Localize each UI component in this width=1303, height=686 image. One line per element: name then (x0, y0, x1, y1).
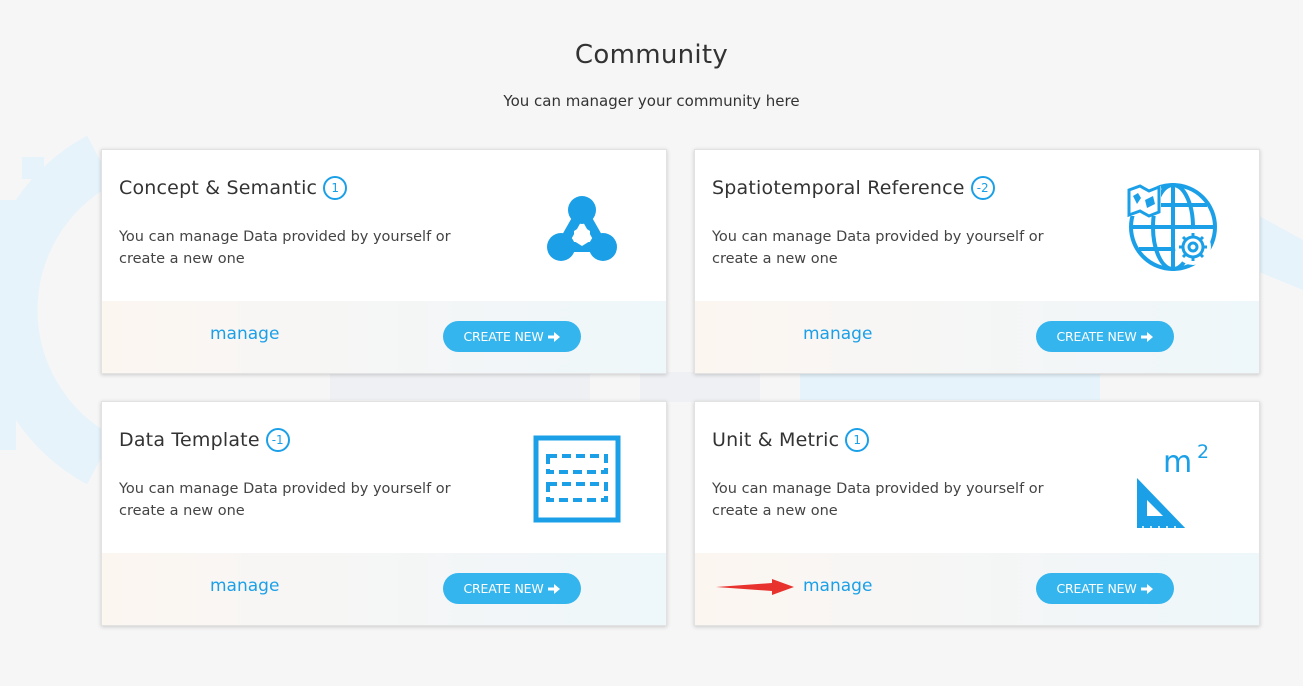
card-description: You can manage Data provided by yourself… (119, 481, 451, 519)
create-new-label: CREATE NEW (463, 581, 544, 596)
template-grid-icon (533, 435, 621, 523)
create-new-label: CREATE NEW (463, 329, 544, 344)
manage-link[interactable]: manage (803, 324, 872, 344)
create-new-label: CREATE NEW (1056, 581, 1137, 596)
card-footer: manage CREATE NEW (102, 553, 666, 625)
card-title: Spatiotemporal Reference (712, 177, 965, 199)
card-footer: manage CREATE NEW (102, 301, 666, 373)
page-subtitle: You can manager your community here (503, 92, 800, 110)
count-badge: -1 (265, 428, 290, 452)
page-title: Community (574, 40, 729, 70)
manage-link[interactable]: manage (210, 324, 279, 344)
manage-link[interactable]: manage (210, 576, 279, 596)
card-concept-semantic: Concept & Semantic 1 You can manage Data… (101, 149, 667, 374)
card-description: You can manage Data provided by yourself… (712, 481, 1044, 519)
globe-gear-icon (1127, 183, 1217, 271)
count-badge: 1 (323, 176, 348, 200)
ruler-m2-icon: m 2 (1137, 441, 1209, 528)
manage-link[interactable]: manage (803, 576, 872, 596)
arrow-right-icon (547, 331, 560, 342)
create-new-button[interactable]: CREATE NEW (443, 573, 581, 604)
create-new-button[interactable]: CREATE NEW (1036, 573, 1174, 604)
create-new-button[interactable]: CREATE NEW (1036, 321, 1174, 352)
card-description: You can manage Data provided by yourself… (119, 229, 451, 267)
card-footer: manage CREATE NEW (695, 301, 1259, 373)
card-title: Data Template (119, 429, 260, 451)
arrow-right-icon (547, 583, 560, 594)
card-title: Unit & Metric (712, 429, 840, 451)
arrow-right-icon (1140, 583, 1153, 594)
count-badge: -2 (970, 176, 995, 200)
arrow-right-icon (1140, 331, 1153, 342)
count-badge: 1 (845, 428, 870, 452)
card-spatiotemporal-reference: Spatiotemporal Reference -2 You can mana… (694, 149, 1260, 374)
svg-text:2: 2 (1197, 441, 1209, 463)
red-arrow-icon (716, 579, 794, 595)
create-new-label: CREATE NEW (1056, 329, 1137, 344)
molecule-icon (547, 196, 617, 261)
card-title: Concept & Semantic (119, 177, 318, 199)
create-new-button[interactable]: CREATE NEW (443, 321, 581, 352)
svg-text:m: m (1163, 445, 1192, 480)
card-data-template: Data Template -1 You can manage Data pro… (101, 401, 667, 626)
card-description: You can manage Data provided by yourself… (712, 229, 1044, 267)
